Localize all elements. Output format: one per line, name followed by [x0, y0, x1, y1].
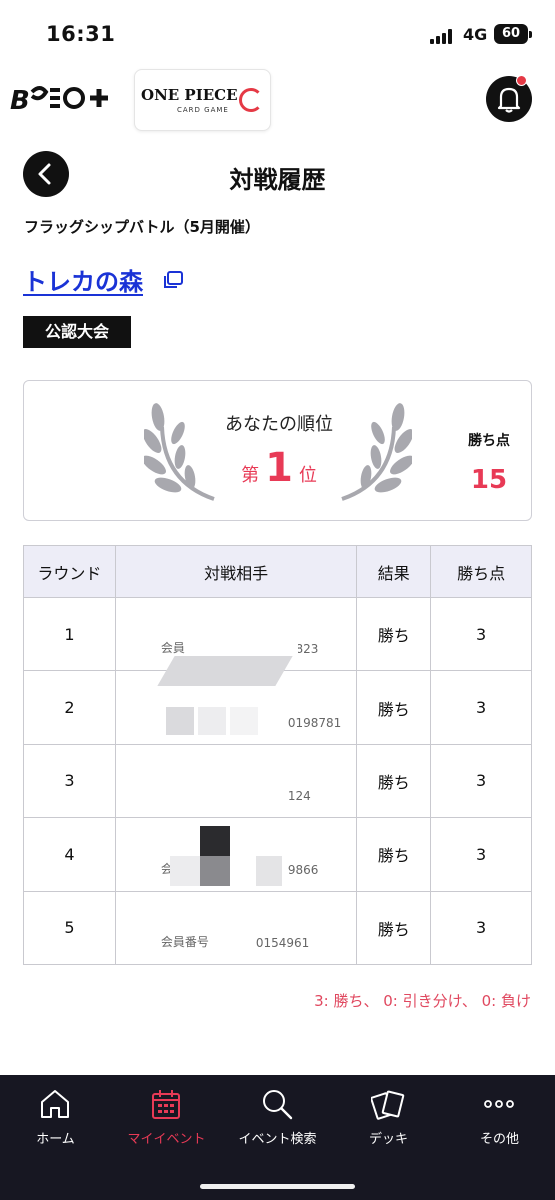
results-table: ラウンド 対戦相手 結果 勝ち点 1 会員 5823 勝ち 3 2 019878…: [23, 545, 532, 965]
result-cell: 勝ち: [356, 670, 432, 745]
member-id-prefix: 会員番号: [160, 934, 209, 949]
points-value: 15: [470, 465, 508, 495]
rank-value: 第1位: [199, 445, 359, 491]
battery-icon: 60: [494, 24, 532, 44]
redaction-block: [165, 707, 194, 736]
member-id-prefix: 会員: [160, 641, 185, 656]
points-label: 勝ち点: [468, 433, 510, 449]
opponent-cell[interactable]: 会員番号 0154961: [114, 890, 358, 965]
redaction-block: [169, 856, 200, 887]
round-cell: 4: [23, 817, 116, 892]
home-indicator: [200, 1184, 355, 1189]
member-id-suffix: 9866: [287, 862, 319, 877]
opponent-cell[interactable]: 会員 9866: [114, 817, 358, 892]
redaction-block: [229, 707, 258, 736]
header-result: 結果: [356, 545, 432, 598]
status-time: 16:31: [46, 22, 116, 46]
header-opponent: 対戦相手: [114, 545, 358, 598]
nav-item-my-events[interactable]: マイイベント: [111, 1075, 222, 1165]
table-row: 4 会員 9866 勝ち 3: [23, 817, 532, 892]
round-cell: 5: [23, 890, 116, 965]
op-ring-icon: [239, 88, 263, 112]
table-row: 5 会員番号 0154961 勝ち 3: [23, 890, 532, 965]
result-cell: 勝ち: [356, 890, 432, 965]
bottom-nav: ホーム マイイベント イベント検索 デッキ その他: [0, 1075, 555, 1200]
points-cell: 3: [430, 817, 532, 892]
official-tournament-tag: 公認大会: [23, 316, 131, 348]
more-icon: [484, 1100, 514, 1108]
points-legend: 3: 勝ち、 0: 引き分け、 0: 負け: [314, 992, 531, 1010]
op-logo-title: ONE PIECE: [141, 86, 238, 104]
member-id-suffix: 0154961: [255, 935, 310, 950]
redaction-block: [255, 856, 282, 887]
points-cell: 3: [430, 743, 532, 819]
member-id-suffix: 0198781: [287, 715, 342, 730]
redaction-block: [199, 826, 230, 857]
network-type: 4G: [463, 25, 488, 44]
op-logo-sub: CARD GAME: [177, 106, 229, 114]
rank-label: あなたの順位: [225, 414, 333, 435]
table-row: 2 0198781 勝ち 3: [23, 670, 532, 745]
opponent-cell[interactable]: 124: [114, 743, 358, 819]
table-row: 3 124 勝ち 3: [23, 743, 532, 819]
rank-prefix: 第: [241, 465, 260, 486]
opponent-cell[interactable]: 会員 5823: [114, 596, 358, 686]
points-cell: 3: [430, 596, 532, 672]
rank-suffix: 位: [298, 465, 317, 486]
svg-text:B: B: [10, 86, 29, 116]
points-cell: 3: [430, 890, 532, 965]
nav-item-event-search[interactable]: イベント検索: [222, 1075, 333, 1165]
points-cell: 3: [430, 670, 532, 745]
status-bar: 16:31 4G 60: [0, 0, 555, 60]
home-icon: [41, 1090, 69, 1118]
result-cell: 勝ち: [356, 743, 432, 819]
event-name: フラッグシップバトル（5月開催）: [24, 218, 260, 236]
round-cell: 3: [23, 743, 116, 819]
member-id-suffix: 124: [287, 789, 311, 804]
nav-item-home[interactable]: ホーム: [0, 1075, 111, 1165]
round-cell: 2: [23, 670, 116, 745]
notification-badge: [516, 75, 527, 86]
nav-label: ホーム: [36, 1132, 75, 1147]
external-link-icon[interactable]: [162, 270, 184, 290]
redaction-block: [199, 856, 230, 887]
table-row: 1 会員 5823 勝ち 3: [23, 596, 532, 686]
redaction-block: [197, 707, 226, 736]
rank-card: あなたの順位 第1位 勝ち点 15: [23, 380, 532, 521]
nav-item-deck[interactable]: デッキ: [333, 1075, 444, 1165]
rank-number: 1: [265, 445, 293, 491]
store-link[interactable]: トレカの森: [23, 262, 143, 297]
cards-icon: [371, 1090, 405, 1120]
calendar-icon: [152, 1090, 180, 1119]
table-header-row: ラウンド 対戦相手 結果 勝ち点: [23, 545, 532, 598]
signal-icon: [430, 28, 456, 44]
nav-label: その他: [479, 1132, 519, 1147]
result-cell: 勝ち: [356, 596, 432, 672]
header-round: ラウンド: [23, 545, 116, 598]
nav-label: デッキ: [368, 1132, 408, 1147]
search-icon: [263, 1090, 293, 1120]
header-points: 勝ち点: [430, 545, 532, 598]
nav-item-other[interactable]: その他: [444, 1075, 555, 1165]
opponent-cell[interactable]: 0198781: [114, 670, 358, 745]
app-header: B ONE PIECE CARD GAME: [0, 64, 555, 132]
nav-label: イベント検索: [238, 1132, 317, 1147]
notification-button[interactable]: [486, 75, 532, 122]
bandai-logo[interactable]: B: [10, 82, 112, 123]
round-cell: 1: [23, 596, 116, 672]
page-title: 対戦履歴: [229, 166, 326, 194]
nav-label: マイイベント: [127, 1132, 206, 1147]
result-cell: 勝ち: [356, 817, 432, 892]
one-piece-logo[interactable]: ONE PIECE CARD GAME: [134, 69, 271, 131]
